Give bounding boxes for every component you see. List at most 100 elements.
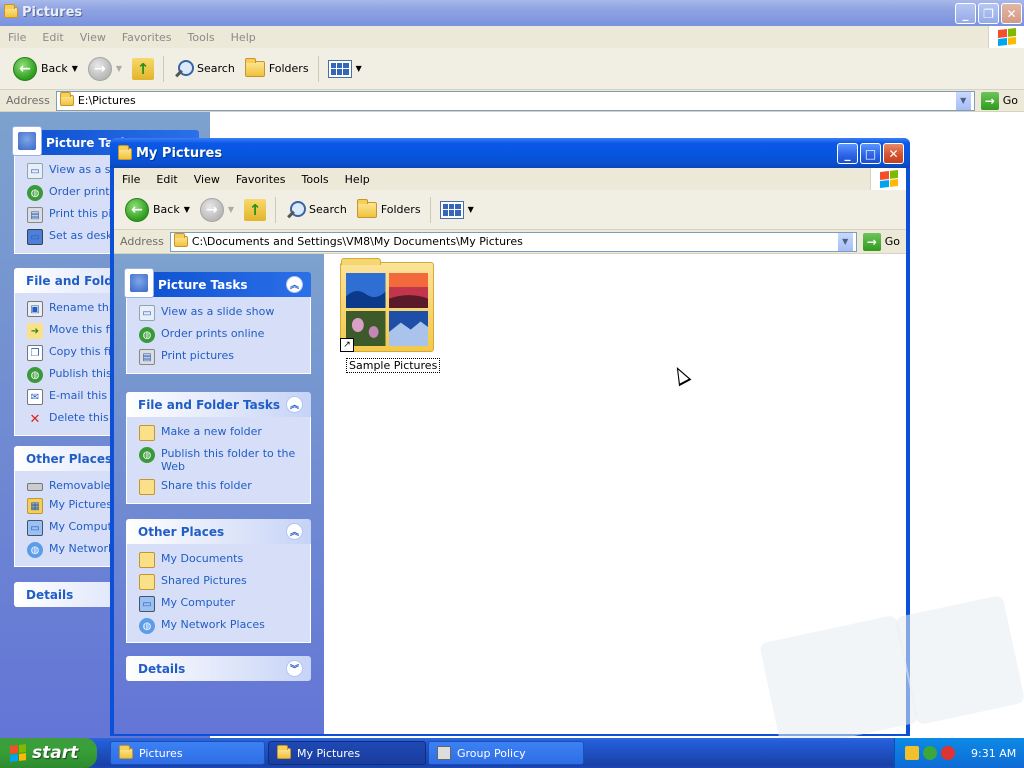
views-button[interactable]: ▼ [323,59,367,78]
collapse-chevron-icon[interactable]: ︽ [286,523,303,540]
folder-icon [119,744,133,759]
network-tray-icon[interactable] [923,746,937,760]
file-folder-tasks-header[interactable]: File and Folder Tasks ︽ [126,392,311,417]
menu-file[interactable]: File [0,31,34,44]
menu-help[interactable]: Help [337,173,378,186]
my-pictures-icon [118,145,132,160]
forward-button[interactable]: → ▼ [195,197,239,222]
windows-flag-icon [10,744,26,762]
pictures-title: Pictures [22,5,83,20]
menu-help[interactable]: Help [223,31,264,44]
slideshow-icon: ▭ [27,163,43,179]
my-pictures-taskpane: Picture Tasks ︽ ▭ View as a slide show ◍ O… [114,254,324,734]
tp-shared-pictures[interactable]: Shared Pictures [139,574,298,590]
search-button[interactable]: Search [280,200,352,220]
globe-icon: ◍ [27,367,43,383]
taskbar-my-pictures[interactable]: My Pictures [268,741,426,765]
go-button[interactable]: → Go [857,232,906,251]
menu-tools[interactable]: Tools [180,31,223,44]
close-button[interactable]: ✕ [1001,3,1022,24]
up-button[interactable]: ↑ [127,57,159,80]
address-input[interactable]: E:\Pictures ▼ [55,90,975,111]
minimize-button[interactable]: _ [955,3,976,24]
toolbar-separator [429,196,431,223]
close-button[interactable]: ✕ [883,143,904,164]
globe-icon: ◍ [139,447,155,463]
views-button[interactable]: ▼ [435,200,479,219]
group-policy-icon [437,746,451,760]
search-button[interactable]: Search [168,59,240,79]
address-value: C:\Documents and Settings\VM8\My Documen… [191,235,523,248]
search-icon [285,200,307,220]
menu-view[interactable]: View [186,173,228,186]
folders-button[interactable]: Folders [352,198,426,218]
shortcut-arrow-icon: ↗ [340,338,354,352]
my-pictures-titlebar[interactable]: My Pictures _ □ ✕ [110,138,910,168]
other-places-header[interactable]: Other Places ︽ [126,519,311,544]
maximize-button[interactable]: □ [860,143,881,164]
system-tray: 9:31 AM [894,738,1024,768]
tp-share[interactable]: Share this folder [139,479,298,495]
my-pictures-addressbar: Address C:\Documents and Settings\VM8\My… [114,230,906,254]
address-input[interactable]: C:\Documents and Settings\VM8\My Documen… [169,231,857,252]
toolbar-separator [163,55,165,82]
menu-file[interactable]: File [114,173,148,186]
menu-favorites[interactable]: Favorites [228,173,294,186]
forward-button[interactable]: → ▼ [83,56,127,81]
go-button[interactable]: → Go [975,91,1024,110]
details-header[interactable]: Details ︾ [126,656,311,681]
menu-tools[interactable]: Tools [294,173,337,186]
picture-tasks-header[interactable]: Picture Tasks ︽ [124,268,311,298]
menu-edit[interactable]: Edit [34,31,71,44]
collapse-chevron-icon[interactable]: ︽ [286,396,303,413]
address-dropdown-button[interactable]: ▼ [954,91,971,110]
tp-new-folder[interactable]: Make a new folder [139,425,298,441]
details-panel: Details ︾ [126,656,311,681]
forward-arrow-icon: → [199,197,224,222]
tp-publish-web[interactable]: ◍ Publish this folder to the Web [139,447,298,473]
sample-pictures-folder[interactable] [340,258,434,352]
my-pictures-title: My Pictures [136,146,223,161]
my-pictures-icon [277,744,291,759]
minimize-button[interactable]: _ [837,143,858,164]
tp-my-computer[interactable]: ▭ My Computer [139,596,298,612]
address-dropdown-button[interactable]: ▼ [836,232,853,251]
up-folder-icon: ↑ [244,198,267,221]
network-icon: ◍ [139,618,155,634]
clock[interactable]: 9:31 AM [971,747,1016,760]
watermark-image [759,614,919,752]
tp-my-documents[interactable]: My Documents [139,552,298,568]
thumbnail-sunset [388,273,428,308]
shared-pictures-icon [139,574,155,590]
globe-icon: ◍ [139,327,155,343]
forward-arrow-icon: → [87,56,112,81]
up-button[interactable]: ↑ [239,198,271,221]
my-pictures-menubar: File Edit View Favorites Tools Help [114,168,906,190]
tp-order-prints[interactable]: ◍ Order prints online [139,327,298,343]
menu-edit[interactable]: Edit [148,173,185,186]
tp-slideshow[interactable]: ▭ View as a slide show [139,305,298,321]
security-shield-icon[interactable] [905,746,919,760]
folders-button[interactable]: Folders [240,57,314,77]
alert-tray-icon[interactable] [941,746,955,760]
menu-view[interactable]: View [72,31,114,44]
picture-tasks-icon [12,126,42,156]
sample-pictures-label[interactable]: Sample Pictures [346,358,441,373]
pictures-titlebar[interactable]: Pictures _ ❐ ✕ [0,0,1024,26]
tp-my-network[interactable]: ◍ My Network Places [139,618,298,634]
taskbar-pictures[interactable]: Pictures [110,741,265,765]
restore-button[interactable]: ❐ [978,3,999,24]
delete-icon: ✕ [29,411,41,427]
other-places-panel: Other Places ︽ My Documents Shared Pictur… [126,519,311,643]
taskbar-group-policy[interactable]: Group Policy [428,741,584,765]
menu-favorites[interactable]: Favorites [114,31,180,44]
back-button[interactable]: ← Back ▼ [120,197,195,222]
collapse-chevron-icon[interactable]: ︽ [286,276,303,293]
my-pictures-window: My Pictures _ □ ✕ File Edit View Favorit… [110,138,919,752]
expand-chevron-icon[interactable]: ︾ [286,660,303,677]
start-button[interactable]: start [0,738,97,768]
back-arrow-icon: ← [125,197,149,222]
back-button[interactable]: ← Back ▼ [8,56,83,81]
tp-print[interactable]: ▤ Print pictures [139,349,298,365]
pictures-menubar: File Edit View Favorites Tools Help [0,26,1024,48]
